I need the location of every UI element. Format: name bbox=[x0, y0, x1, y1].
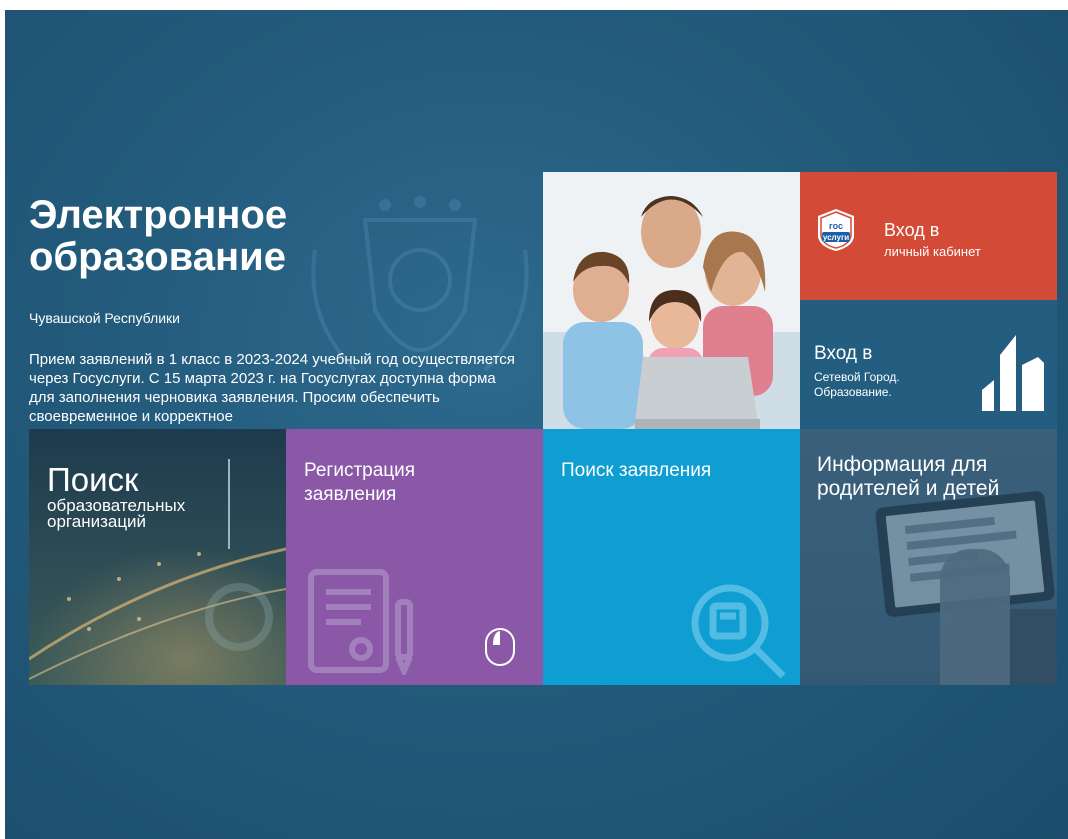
setevoy-gorod-subtitle: Сетевой Город. Образование. bbox=[814, 370, 900, 399]
gosuslugi-logo-icon: гос услуги bbox=[818, 209, 854, 251]
gosuslugi-logo-top: гос bbox=[829, 221, 843, 231]
gosuslugi-subtitle: личный кабинет bbox=[884, 244, 981, 259]
gosuslugi-title: Вход в bbox=[884, 220, 940, 240]
mouse-icon bbox=[485, 628, 515, 666]
registration-tile[interactable]: Регистрация заявления bbox=[286, 429, 543, 685]
search-organizations-tile[interactable]: Поиск образовательных организаций bbox=[29, 429, 286, 685]
info-parents-title: Информация для родителей и детей bbox=[817, 453, 1000, 500]
setevoy-gorod-login-tile[interactable]: Вход в Сетевой Город. Образование. bbox=[800, 300, 1057, 429]
search-application-tile[interactable]: Поиск заявления bbox=[543, 429, 801, 685]
registration-title: Регистрация заявления bbox=[304, 460, 416, 505]
page-title: Электронное образование bbox=[29, 193, 288, 279]
hero-section: Электронное образование Чувашской Респуб… bbox=[29, 180, 529, 435]
family-illustration bbox=[543, 172, 801, 429]
document-pen-icon bbox=[308, 569, 413, 675]
info-parents-tile[interactable]: Информация для родителей и детей bbox=[800, 429, 1057, 685]
setevoy-gorod-logo-icon bbox=[982, 335, 1044, 411]
region-subtitle: Чувашской Республики bbox=[29, 310, 180, 326]
search-organizations-title: Поиск bbox=[47, 461, 139, 498]
magnifier-document-icon bbox=[691, 584, 786, 679]
admission-notice: Прием заявлений в 1 класс в 2023-2024 уч… bbox=[29, 351, 515, 425]
setevoy-gorod-title: Вход в bbox=[814, 343, 873, 364]
search-organizations-subtitle: образовательных организаций bbox=[47, 496, 186, 531]
page-background: Электронное образование Чувашской Респуб… bbox=[5, 10, 1068, 839]
family-photo bbox=[543, 172, 801, 429]
gosuslugi-logo-bottom: услуги bbox=[823, 233, 849, 242]
search-application-title: Поиск заявления bbox=[561, 460, 712, 481]
gosuslugi-login-tile[interactable]: гос услуги Вход в личный кабинет bbox=[800, 172, 1057, 300]
